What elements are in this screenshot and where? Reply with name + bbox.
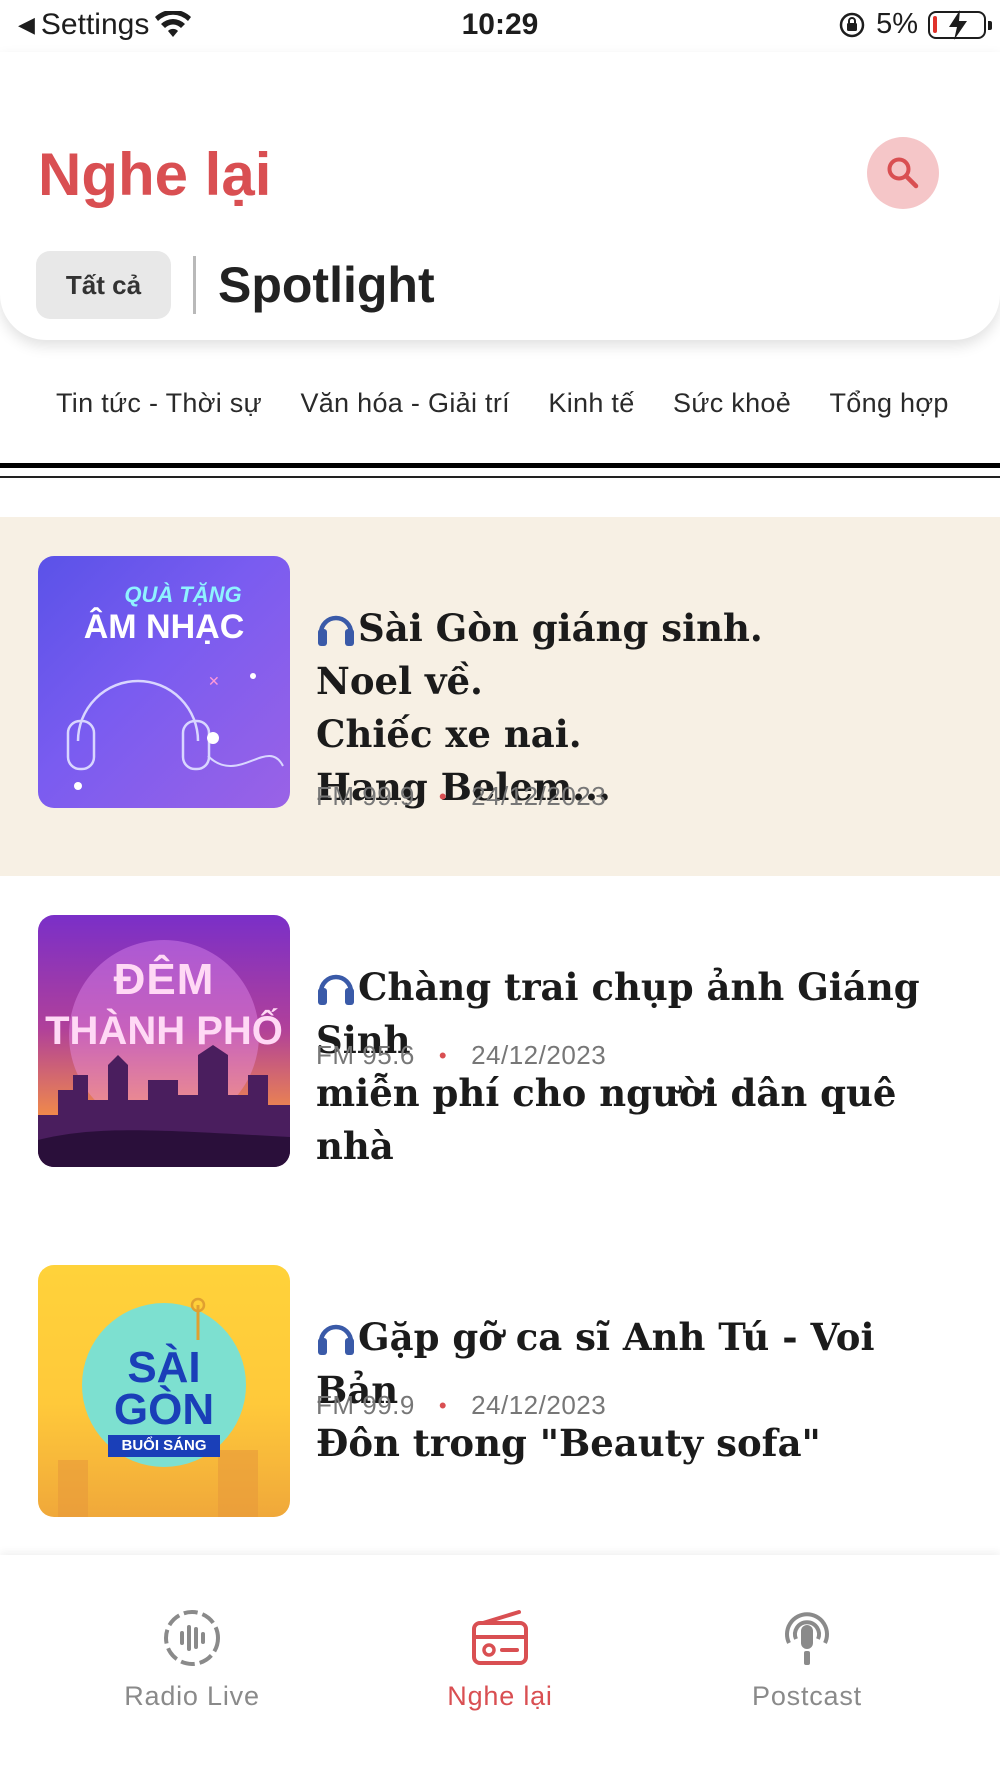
- spotlight-tab[interactable]: Spotlight: [218, 256, 435, 314]
- radio-icon: [472, 1610, 528, 1665]
- svg-text:✕: ✕: [208, 674, 220, 690]
- status-bar: ◀ Settings 10:29 5%: [0, 0, 1000, 52]
- tab-nghe-lai[interactable]: Nghe lại: [390, 1607, 610, 1712]
- separator-dot: •: [438, 1392, 448, 1418]
- category-health[interactable]: Sức khoẻ: [673, 388, 791, 419]
- date-label: 24/12/2023: [471, 1040, 607, 1070]
- date-label: 24/12/2023: [471, 781, 607, 811]
- headphones-icon: [318, 615, 354, 646]
- program-thumbnail: SÀI GÒN BUỔI SÁNG: [38, 1265, 290, 1517]
- category-strip: Tin tức - Thời sự Văn hóa - Giải trí Kin…: [56, 388, 964, 419]
- separator-dot: •: [438, 1042, 448, 1068]
- bottom-tab-bar: Radio Live Nghe lại Postcast: [0, 1555, 1000, 1778]
- station-label: FM 99.9: [316, 781, 415, 811]
- podcast-icon: [785, 1612, 829, 1665]
- program-thumbnail: ĐÊM THÀNH PHỐ: [38, 915, 290, 1167]
- radio-wave-icon: [164, 1610, 220, 1666]
- list-item[interactable]: SÀI GÒN BUỔI SÁNG Gặp gỡ ca sĩ Anh Tú - …: [0, 1226, 1000, 1546]
- divider: [0, 463, 1000, 468]
- date-label: 24/12/2023: [471, 1390, 607, 1420]
- item-meta: FM 99.9 • 24/12/2023: [316, 781, 606, 812]
- battery-icon: [928, 9, 992, 40]
- list-item[interactable]: ĐÊM THÀNH PHỐ Chàng trai chụp ảnh Giáng …: [0, 876, 1000, 1226]
- item-title[interactable]: Sài Gòn giáng sinh. Noel về. Chiếc xe na…: [316, 549, 966, 814]
- search-icon: [887, 157, 919, 189]
- battery-percent: 5%: [876, 8, 918, 40]
- tab-label: Radio Live: [124, 1681, 260, 1711]
- tab-postcast[interactable]: Postcast: [697, 1607, 917, 1712]
- category-general[interactable]: Tổng hợp: [830, 388, 949, 419]
- page-title: Nghe lại: [38, 141, 272, 208]
- divider: [193, 256, 196, 314]
- tab-radio-live[interactable]: Radio Live: [82, 1607, 302, 1712]
- headphones-icon: [318, 1324, 354, 1355]
- item-title[interactable]: Gặp gỡ ca sĩ Anh Tú - Voi Bản Đôn trong …: [316, 1258, 966, 1470]
- item-meta: FM 95.6 • 24/12/2023: [316, 1040, 606, 1071]
- station-label: FM 99.9: [316, 1390, 415, 1420]
- program-thumbnail: QUÀ TẶNG ÂM NHẠC ✕: [38, 556, 290, 808]
- headphones-icon: [318, 974, 354, 1005]
- separator-dot: •: [438, 783, 448, 809]
- category-culture[interactable]: Văn hóa - Giải trí: [300, 388, 510, 419]
- header-card: Nghe lại Tất cả Spotlight: [0, 52, 1000, 340]
- filter-all-button[interactable]: Tất cả: [36, 251, 171, 319]
- item-meta: FM 99.9 • 24/12/2023: [316, 1390, 606, 1421]
- list-item[interactable]: QUÀ TẶNG ÂM NHẠC ✕ Sài Gòn giáng sinh. N…: [0, 517, 1000, 876]
- category-economy[interactable]: Kinh tế: [548, 388, 634, 419]
- divider: [0, 476, 1000, 478]
- tab-label: Nghe lại: [447, 1681, 553, 1711]
- search-button[interactable]: [867, 137, 939, 209]
- orientation-lock-icon: [839, 12, 865, 37]
- category-news[interactable]: Tin tức - Thời sự: [56, 388, 262, 419]
- station-label: FM 95.6: [316, 1040, 415, 1070]
- tab-label: Postcast: [752, 1681, 862, 1711]
